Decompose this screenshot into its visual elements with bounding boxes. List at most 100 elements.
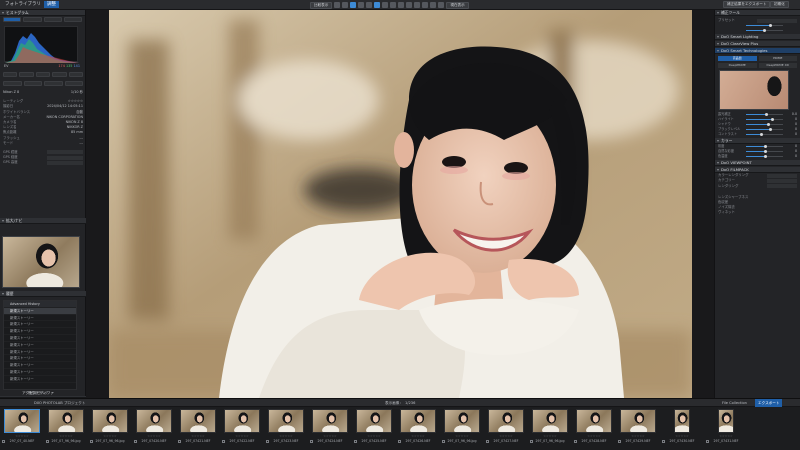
adjust-slider[interactable]: コントラスト 0 <box>718 132 797 137</box>
thumb-rating[interactable]: ☆☆☆☆☆ <box>354 434 394 438</box>
horizon-icon[interactable] <box>374 2 381 8</box>
mask-icon[interactable] <box>422 2 429 8</box>
filmstrip-thumb[interactable]: ☆☆☆☆☆ 297_07_96_96.jpg <box>90 409 130 447</box>
list-item[interactable]: 新規ストーリー <box>4 369 76 376</box>
smart-lighting-section[interactable]: DxO Smart Lighting <box>715 34 800 41</box>
detail-row-label[interactable]: ヴィネット <box>718 210 735 215</box>
gps-alt-field[interactable] <box>47 160 83 165</box>
tab-hq[interactable]: 高品質 <box>718 56 757 62</box>
filmstrip-thumb[interactable]: ☆☆☆☆☆ 297_07_96_96.jpg <box>530 409 570 447</box>
filmstrip-thumb[interactable]: ☆☆☆☆☆ 297_07425.NEF <box>354 409 394 447</box>
thumb-rating[interactable]: ☆☆☆☆☆ <box>310 434 350 438</box>
preset-select[interactable] <box>757 18 797 23</box>
loupe-preview[interactable] <box>719 70 789 111</box>
list-item[interactable]: 新規ストーリー <box>4 349 76 356</box>
thumb-rating[interactable]: ☆☆☆☆☆ <box>706 434 746 438</box>
slider-knob[interactable] <box>759 132 763 136</box>
image-viewer[interactable] <box>109 10 692 398</box>
slider-value[interactable]: 0 <box>795 132 797 137</box>
list-item[interactable]: 新規ストーリー <box>4 342 76 349</box>
highlight-icon[interactable] <box>430 2 437 8</box>
slider-knob[interactable] <box>765 112 769 116</box>
current-view-button[interactable]: 現在表示 <box>446 1 469 9</box>
thumb-rating[interactable]: ☆☆☆☆☆ <box>222 434 262 438</box>
tab-photo-library[interactable]: フォトライブラリ <box>2 1 44 8</box>
nav-header[interactable]: 拡大/ナビ <box>0 218 86 224</box>
split-icon[interactable] <box>342 2 349 8</box>
navigator-thumbnail[interactable] <box>2 236 80 288</box>
thumb-rating[interactable]: ☆☆☆☆☆ <box>398 434 438 438</box>
list-item[interactable]: 新規ストーリー <box>4 328 76 335</box>
slider-knob[interactable] <box>763 149 767 153</box>
filmstrip-thumb[interactable]: ☆☆☆☆☆ 297_07428.NEF <box>574 409 614 447</box>
thumb-rating[interactable]: ☆☆☆☆☆ <box>662 434 702 438</box>
tab-prime[interactable]: PRIME <box>758 56 797 62</box>
gps-lat-field[interactable] <box>47 150 83 155</box>
filmstrip-thumb[interactable]: ☆☆☆☆☆ 297_07429.NEF <box>618 409 658 447</box>
hist-tab-rgb[interactable] <box>3 17 22 22</box>
file-collection-tab[interactable]: File Collection <box>722 399 747 407</box>
export-tab[interactable]: エクスポート <box>755 399 783 407</box>
history-header[interactable]: 履歴 <box>0 291 86 297</box>
slider-knob[interactable] <box>767 122 771 126</box>
mode-btn-7[interactable] <box>23 81 42 86</box>
list-item[interactable]: 新規ストーリー <box>4 321 76 329</box>
filmpack-select[interactable] <box>767 184 797 189</box>
thumb-rating[interactable]: ☆☆☆☆☆ <box>530 434 570 438</box>
histogram-header[interactable]: ヒストグラム <box>0 10 85 16</box>
crop-icon[interactable] <box>358 2 365 8</box>
slider-knob[interactable] <box>771 117 775 121</box>
history-list-header[interactable]: Advanced History <box>4 301 76 308</box>
filmstrip-thumb[interactable]: ☆☆☆☆☆ 297_07424.NEF <box>310 409 350 447</box>
filmstrip-thumb[interactable]: ☆☆☆☆☆ 297_07_96_96.jpg <box>442 409 482 447</box>
tools-header[interactable]: 補正ツール <box>715 10 800 16</box>
thumb-rating[interactable]: ☆☆☆☆☆ <box>266 434 306 438</box>
rotate-icon[interactable] <box>366 2 373 8</box>
thumb-rating[interactable]: ☆☆☆☆☆ <box>2 434 42 438</box>
mode-btn-4[interactable] <box>52 72 67 77</box>
project-label[interactable]: DXO PHOTOLAB プロジェクト <box>34 399 85 407</box>
thumb-rating[interactable]: ☆☆☆☆☆ <box>442 434 482 438</box>
tone-slider[interactable] <box>718 28 797 33</box>
hist-tab-g[interactable] <box>43 17 62 22</box>
thumb-rating[interactable]: ☆☆☆☆☆ <box>574 434 614 438</box>
thumb-rating[interactable]: ☆☆☆☆☆ <box>618 434 658 438</box>
adjust-slider[interactable]: 色温度 0 <box>718 154 797 159</box>
mode-btn-9[interactable] <box>64 81 83 86</box>
filmpack-select[interactable] <box>767 173 797 178</box>
mode-btn-8[interactable] <box>44 81 63 86</box>
thumb-rating[interactable]: ☆☆☆☆☆ <box>90 434 130 438</box>
mode-btn-1[interactable] <box>3 72 18 77</box>
filmstrip-thumb[interactable]: ☆☆☆☆☆ 297_07421.NEF <box>178 409 218 447</box>
tab-customize[interactable]: 調整 <box>44 1 59 8</box>
filmpack-select[interactable] <box>767 178 797 183</box>
tab-deepprime-xd[interactable]: DeepPRIME XD <box>758 63 797 69</box>
shadow-icon[interactable] <box>438 2 445 8</box>
clearview-section[interactable]: DxO ClearView Plus <box>715 41 800 48</box>
filmstrip-thumb[interactable]: ☆☆☆☆☆ 297_07427.NEF <box>486 409 526 447</box>
mode-btn-5[interactable] <box>68 72 84 77</box>
list-item[interactable]: 新規ストーリー <box>4 335 76 342</box>
filmstrip-thumb[interactable]: ☆☆☆☆☆ 297_07_40.NEF <box>2 409 42 447</box>
red-eye-icon[interactable] <box>390 2 397 8</box>
slider-knob[interactable] <box>769 127 773 131</box>
list-item[interactable]: 新規ストーリー <box>4 315 76 322</box>
mode-btn-3[interactable] <box>35 72 51 77</box>
filmstrip-thumb[interactable]: ☆☆☆☆☆ 297_07430.NEF <box>662 409 702 447</box>
smart-tech-section[interactable]: DxO Smart Technologies <box>715 48 800 55</box>
thumb-rating[interactable]: ☆☆☆☆☆ <box>178 434 218 438</box>
slider-knob[interactable] <box>763 144 767 148</box>
hand-tool-icon[interactable] <box>350 2 357 8</box>
filmstrip-thumb[interactable]: ☆☆☆☆☆ 297_07422.NEF <box>222 409 262 447</box>
mode-btn-2[interactable] <box>19 72 34 77</box>
repair-icon[interactable] <box>398 2 405 8</box>
hist-tab-b[interactable] <box>63 17 82 22</box>
grid-icon[interactable] <box>334 2 341 8</box>
export-button[interactable]: 補正結果をエクスポート <box>723 1 771 8</box>
list-item[interactable]: 新規ストーリー <box>4 355 76 363</box>
hist-tab-r[interactable] <box>23 17 42 22</box>
slider-value[interactable]: 0 <box>795 154 797 159</box>
filmstrip-thumb[interactable]: ☆☆☆☆☆ 297_07420.NEF <box>134 409 174 447</box>
thumb-rating[interactable]: ☆☆☆☆☆ <box>46 434 86 438</box>
watermark-icon[interactable] <box>414 2 421 8</box>
